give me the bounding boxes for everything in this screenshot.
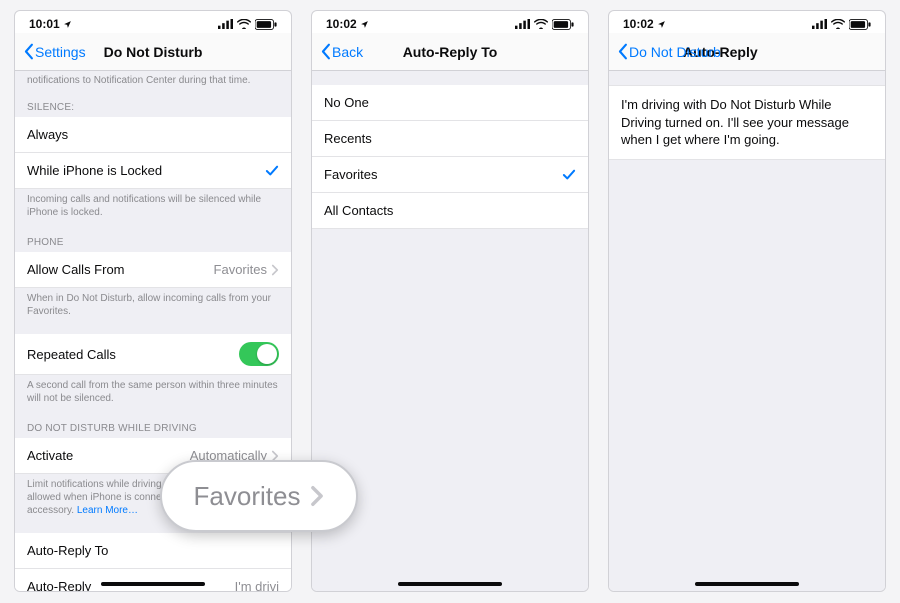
callout-favorites: Favorites: [160, 460, 358, 532]
callout-text: Favorites: [194, 481, 301, 512]
cell-label: Allow Calls From: [27, 262, 125, 277]
battery-icon: [552, 19, 574, 30]
truncated-footer-text: notifications to Notification Center dur…: [15, 71, 291, 92]
cell-always[interactable]: Always: [15, 117, 291, 153]
learn-more-link[interactable]: Learn More…: [77, 505, 138, 516]
cell-label: Always: [27, 127, 68, 142]
status-time: 10:02: [623, 17, 654, 31]
wifi-icon: [831, 19, 845, 29]
section-header-dnd-driving: DO NOT DISTURB WHILE DRIVING: [15, 413, 291, 438]
back-label: Back: [332, 44, 363, 60]
screen-auto-reply: 10:02 Do Not Disturb Auto-Reply: [608, 10, 886, 592]
nav-bar: Back Auto-Reply To: [312, 33, 588, 71]
back-button[interactable]: Back: [316, 39, 367, 64]
back-label: Settings: [35, 44, 86, 60]
back-label: Do Not Disturb: [629, 44, 721, 60]
checkmark-icon: [265, 165, 279, 177]
chevron-right-icon: [271, 264, 279, 276]
footer-silence: Incoming calls and notifications will be…: [15, 189, 291, 227]
wifi-icon: [534, 19, 548, 29]
cellular-icon: [812, 19, 827, 29]
option-label: No One: [324, 95, 369, 110]
footer-allow-calls: When in Do Not Disturb, allow incoming c…: [15, 288, 291, 326]
wifi-icon: [237, 19, 251, 29]
home-indicator[interactable]: [695, 582, 799, 586]
option-label: Favorites: [324, 167, 377, 182]
location-icon: [360, 20, 369, 29]
cell-label: Auto-Reply To: [27, 543, 108, 558]
cell-auto-reply-to[interactable]: Auto-Reply To: [15, 533, 291, 569]
status-bar: 10:02: [312, 11, 588, 33]
nav-bar: Settings Do Not Disturb: [15, 33, 291, 71]
chevron-left-icon: [617, 43, 628, 60]
location-icon: [657, 20, 666, 29]
battery-icon: [849, 19, 871, 30]
cellular-icon: [218, 19, 233, 29]
cell-auto-reply[interactable]: Auto-Reply I'm drivi: [15, 569, 291, 591]
option-label: Recents: [324, 131, 372, 146]
auto-reply-body: I'm driving with Do Not Disturb While Dr…: [609, 71, 885, 591]
nav-title: Do Not Disturb: [104, 44, 203, 60]
option-no-one[interactable]: No One: [312, 85, 588, 121]
toggle-on-icon[interactable]: [239, 342, 279, 366]
section-header-silence: SILENCE:: [15, 92, 291, 117]
nav-title: Auto-Reply To: [403, 44, 498, 60]
checkmark-icon: [562, 169, 576, 181]
status-time: 10:01: [29, 17, 60, 31]
section-header-phone: PHONE: [15, 227, 291, 252]
back-button[interactable]: Settings: [19, 39, 90, 64]
cell-label: Auto-Reply: [27, 579, 91, 591]
option-favorites[interactable]: Favorites: [312, 157, 588, 193]
nav-bar: Do Not Disturb Auto-Reply: [609, 33, 885, 71]
cell-value: I'm drivi: [235, 579, 279, 591]
auto-reply-text[interactable]: I'm driving with Do Not Disturb While Dr…: [609, 85, 885, 160]
cell-while-locked[interactable]: While iPhone is Locked: [15, 153, 291, 189]
option-all-contacts[interactable]: All Contacts: [312, 193, 588, 229]
cell-label: While iPhone is Locked: [27, 163, 162, 178]
cell-label: Repeated Calls: [27, 347, 116, 362]
home-indicator[interactable]: [101, 582, 205, 586]
chevron-left-icon: [23, 43, 34, 60]
cell-label: Activate: [27, 448, 73, 463]
chevron-left-icon: [320, 43, 331, 60]
cell-allow-calls-from[interactable]: Allow Calls From Favorites: [15, 252, 291, 288]
cell-repeated-calls[interactable]: Repeated Calls: [15, 334, 291, 375]
cell-value: Favorites: [214, 262, 267, 277]
battery-icon: [255, 19, 277, 30]
back-button[interactable]: Do Not Disturb: [613, 39, 725, 64]
status-time: 10:02: [326, 17, 357, 31]
home-indicator[interactable]: [398, 582, 502, 586]
location-icon: [63, 20, 72, 29]
chevron-right-icon: [310, 485, 324, 507]
status-bar: 10:01: [15, 11, 291, 33]
status-bar: 10:02: [609, 11, 885, 33]
cellular-icon: [515, 19, 530, 29]
option-recents[interactable]: Recents: [312, 121, 588, 157]
option-label: All Contacts: [324, 203, 393, 218]
footer-repeated: A second call from the same person withi…: [15, 375, 291, 413]
